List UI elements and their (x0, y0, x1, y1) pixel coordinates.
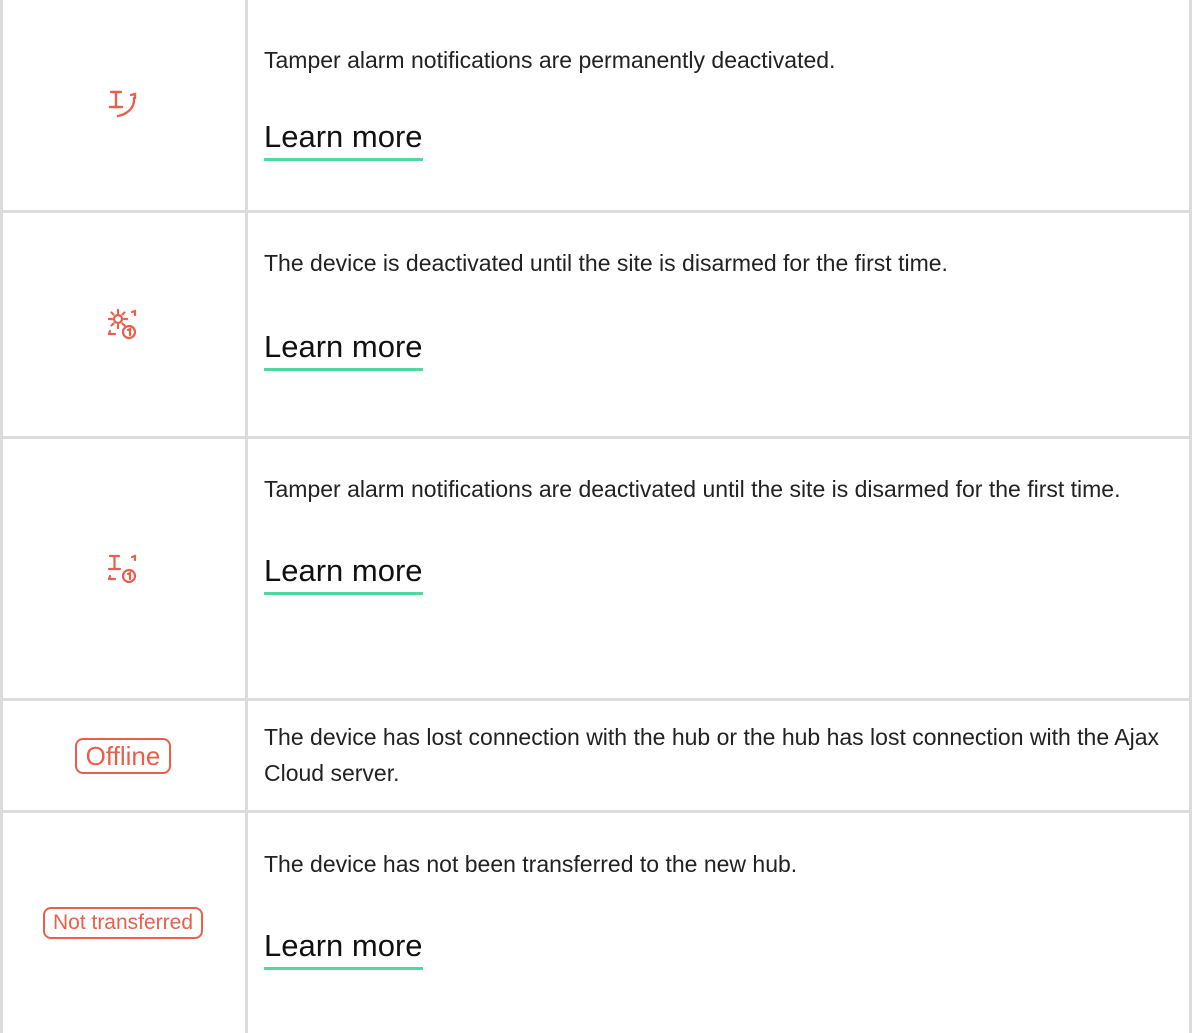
learn-more-link[interactable]: Learn more (264, 119, 423, 161)
icon-cell (0, 439, 246, 698)
table-row: Offline The device has lost connection w… (0, 701, 1192, 813)
row-description: The device is deactivated until the site… (264, 250, 948, 276)
table-row: Not transferred The device has not been … (0, 813, 1192, 1033)
status-table: Tamper alarm notifications are permanent… (0, 0, 1192, 1033)
tamper-deactivated-icon (105, 87, 141, 123)
text-cell: The device is deactivated until the site… (264, 245, 1168, 371)
row-description: Tamper alarm notifications are permanent… (264, 47, 836, 73)
icon-cell: Offline (0, 701, 246, 810)
row-description: The device has lost connection with the … (264, 724, 1160, 786)
table-row: Tamper alarm notifications are deactivat… (0, 439, 1192, 701)
learn-more-link[interactable]: Learn more (264, 928, 423, 970)
icon-cell (0, 213, 246, 436)
text-cell: The device has lost connection with the … (264, 719, 1168, 791)
table-row: The device is deactivated until the site… (0, 213, 1192, 439)
table-row: Tamper alarm notifications are permanent… (0, 0, 1192, 213)
text-cell: Tamper alarm notifications are deactivat… (264, 471, 1168, 595)
icon-cell (0, 0, 246, 210)
offline-status-badge: Offline (74, 737, 172, 774)
text-cell: The device has not been transferred to t… (264, 846, 1168, 970)
icon-cell: Not transferred (0, 813, 246, 1033)
not-transferred-status-badge: Not transferred (42, 907, 204, 939)
row-description: The device has not been transferred to t… (264, 851, 798, 877)
row-description: Tamper alarm notifications are deactivat… (264, 476, 1121, 502)
tamper-deactivated-once-icon (105, 551, 141, 587)
gear-deactivated-once-icon (105, 307, 141, 343)
learn-more-link[interactable]: Learn more (264, 329, 423, 371)
text-cell: Tamper alarm notifications are permanent… (264, 42, 1168, 161)
learn-more-link[interactable]: Learn more (264, 553, 423, 595)
